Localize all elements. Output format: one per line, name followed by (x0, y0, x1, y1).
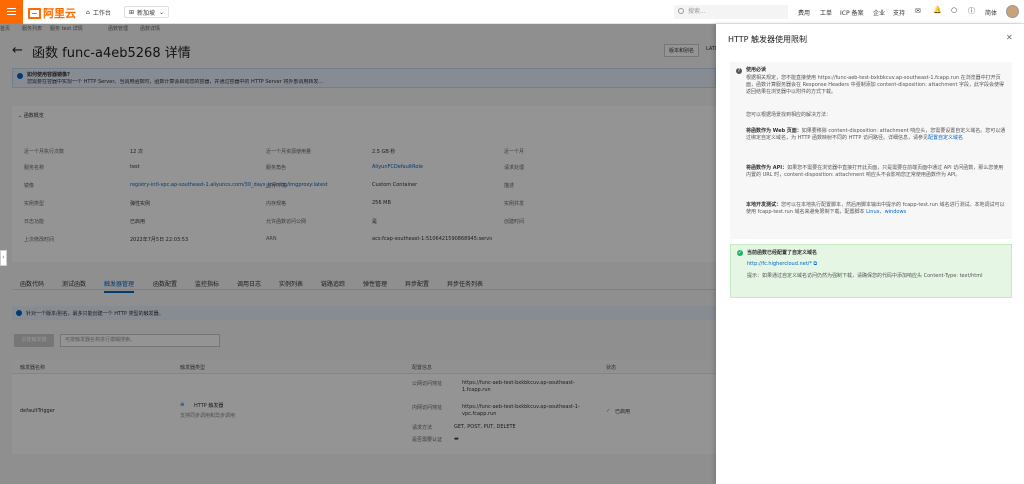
lightbulb-icon[interactable]: ○ (951, 6, 957, 14)
dev-label: 本地开发测试： (746, 202, 782, 208)
api-label: 将函数作为 API： (746, 165, 788, 171)
top-link-fees[interactable]: 费用 (798, 8, 810, 17)
notice-api: 将函数作为 API：如果您不需要在浏览器中直接打开此页面，只是需要在前端页面中通… (746, 165, 1006, 179)
ok-tip: 提示：如果通过自定义域名访问仍然为强制下载，请确保您的代码中添加响应头 Cont… (747, 273, 983, 279)
web-label: 将函数作为 Web 页面： (746, 128, 802, 134)
workbench-button[interactable]: ⌂ 工作台 (82, 6, 115, 18)
top-nav: 阿里云 ⌂ 工作台 ⊞ 新加坡 ⌄ 搜索... 费用 工单 ICP 备案 企业 支持 … (0, 0, 1024, 24)
logo-text: 阿里云 (43, 7, 76, 20)
custom-domain-success: ✓ 当前函数已经配置了自定义域名 http://fc.highercloud.n… (730, 244, 1012, 298)
modal-overlay[interactable] (0, 24, 716, 484)
drawer-title: HTTP 触发器使用限制 (728, 35, 808, 44)
question-icon: ? (736, 68, 742, 74)
top-link-icp[interactable]: ICP 备案 (840, 8, 864, 17)
close-icon[interactable]: ✕ (1006, 33, 1013, 42)
usage-notice: ? 使用必读 根据相关规定，您不能直接使用 https://func-aeb-t… (730, 62, 1012, 239)
mail-icon[interactable]: ✉ (915, 7, 921, 15)
region-select[interactable]: ⊞ 新加坡 ⌄ (124, 6, 170, 18)
notice-web: 将函数作为 Web 页面：如果要移除 content-disposition: … (746, 128, 1006, 142)
sidebar-collapse-handle[interactable]: › (0, 250, 7, 266)
success-icon: ✓ (737, 250, 743, 256)
http-trigger-drawer: HTTP 触发器使用限制 ✕ ? 使用必读 根据相关规定，您不能直接使用 htt… (716, 24, 1024, 484)
aliyun-logo[interactable]: 阿里云 (28, 5, 76, 21)
search-icon (678, 8, 684, 14)
workbench-label: 工作台 (92, 9, 111, 17)
script-links[interactable]: Linux、windows (866, 209, 906, 215)
top-link-support[interactable]: 支持 (893, 8, 905, 17)
search-placeholder: 搜索... (688, 8, 706, 15)
notice-dev: 本地开发测试：您可以在本地执行配置脚本，然后用脚本输出中提示的 fcapp-te… (746, 202, 1006, 216)
region-icon: ⊞ (129, 8, 135, 16)
avatar[interactable] (1006, 5, 1019, 18)
chevron-down-icon: ⌄ (159, 8, 165, 16)
home-icon: ⌂ (86, 8, 90, 16)
notice-text-1: 根据相关规定，您不能直接使用 https://func-aeb-test-bxk… (746, 75, 1005, 95)
custom-domain-link[interactable]: 配置自定义域名 (928, 135, 963, 141)
search-input[interactable]: 搜索... (674, 5, 788, 19)
custom-domain-url[interactable]: http://fc.highercloud.net/* (747, 261, 812, 267)
menu-icon[interactable] (0, 0, 23, 24)
external-link-icon[interactable]: ⧉ (813, 261, 817, 267)
language-switch[interactable]: 简体 (985, 8, 997, 17)
top-link-tickets[interactable]: 工单 (820, 8, 832, 17)
region-label: 新加坡 (137, 9, 156, 17)
bell-icon[interactable]: 🔔 (933, 6, 942, 14)
top-link-enterprise[interactable]: 企业 (873, 8, 885, 17)
ok-title: 当前函数已经配置了自定义域名 (747, 250, 818, 256)
notice-text-2: 您可以根据场景找到相应的解决方法： (746, 112, 832, 118)
help-icon[interactable]: ⓘ (968, 6, 975, 16)
notice-title: 使用必读 (746, 67, 767, 73)
